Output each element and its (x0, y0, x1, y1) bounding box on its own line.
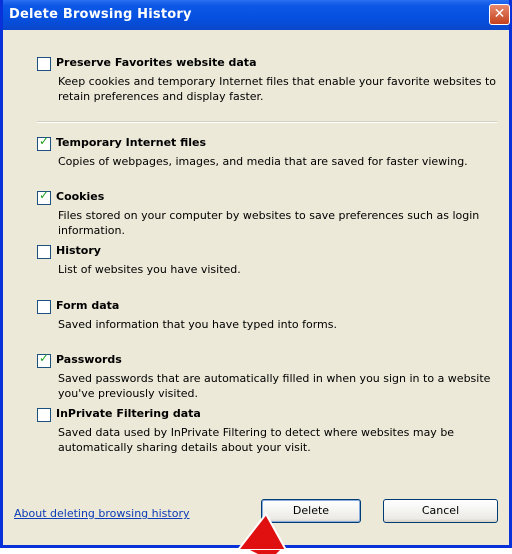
history-checkbox[interactable] (37, 245, 51, 259)
delete-browsing-history-dialog: Delete Browsing History ✕ Preserve Favor… (0, 0, 512, 548)
check-icon: ✓ (39, 134, 50, 148)
cookies-checkbox[interactable]: ✓ (37, 188, 51, 205)
check-icon: ✓ (39, 351, 50, 365)
option-description: Saved passwords that are automatically f… (58, 372, 491, 400)
option-title: Preserve Favorites website data (56, 56, 257, 69)
cancel-button[interactable]: Cancel (383, 499, 498, 523)
option-title: Cookies (56, 190, 105, 203)
option-description: Files stored on your computer by website… (58, 209, 480, 237)
option-description: List of websites you have visited. (58, 263, 241, 276)
title-bar: Delete Browsing History ✕ (3, 0, 510, 30)
option-description: Copies of webpages, images, and media th… (58, 155, 468, 168)
option-title: InPrivate Filtering data (56, 407, 201, 420)
preserve-favorites-checkbox[interactable] (37, 57, 51, 71)
arrow-pointer-icon (236, 512, 288, 554)
temporary-internet-files-checkbox[interactable]: ✓ (37, 134, 51, 151)
option-description: Keep cookies and temporary Internet file… (58, 75, 496, 103)
form-data-checkbox[interactable] (37, 300, 51, 314)
about-deleting-history-link[interactable]: About deleting browsing history (14, 507, 189, 520)
window-title: Delete Browsing History (9, 7, 192, 22)
option-title: Passwords (56, 353, 122, 366)
check-icon: ✓ (39, 188, 50, 202)
inprivate-filtering-checkbox[interactable] (37, 408, 51, 422)
option-description: Saved information that you have typed in… (58, 318, 337, 331)
option-title: Temporary Internet files (56, 136, 207, 149)
option-title: Form data (56, 299, 120, 312)
option-description: Saved data used by InPrivate Filtering t… (58, 426, 455, 454)
option-title: History (56, 244, 101, 257)
close-icon[interactable]: ✕ (489, 4, 510, 25)
divider (37, 121, 497, 123)
passwords-checkbox[interactable]: ✓ (37, 351, 51, 368)
